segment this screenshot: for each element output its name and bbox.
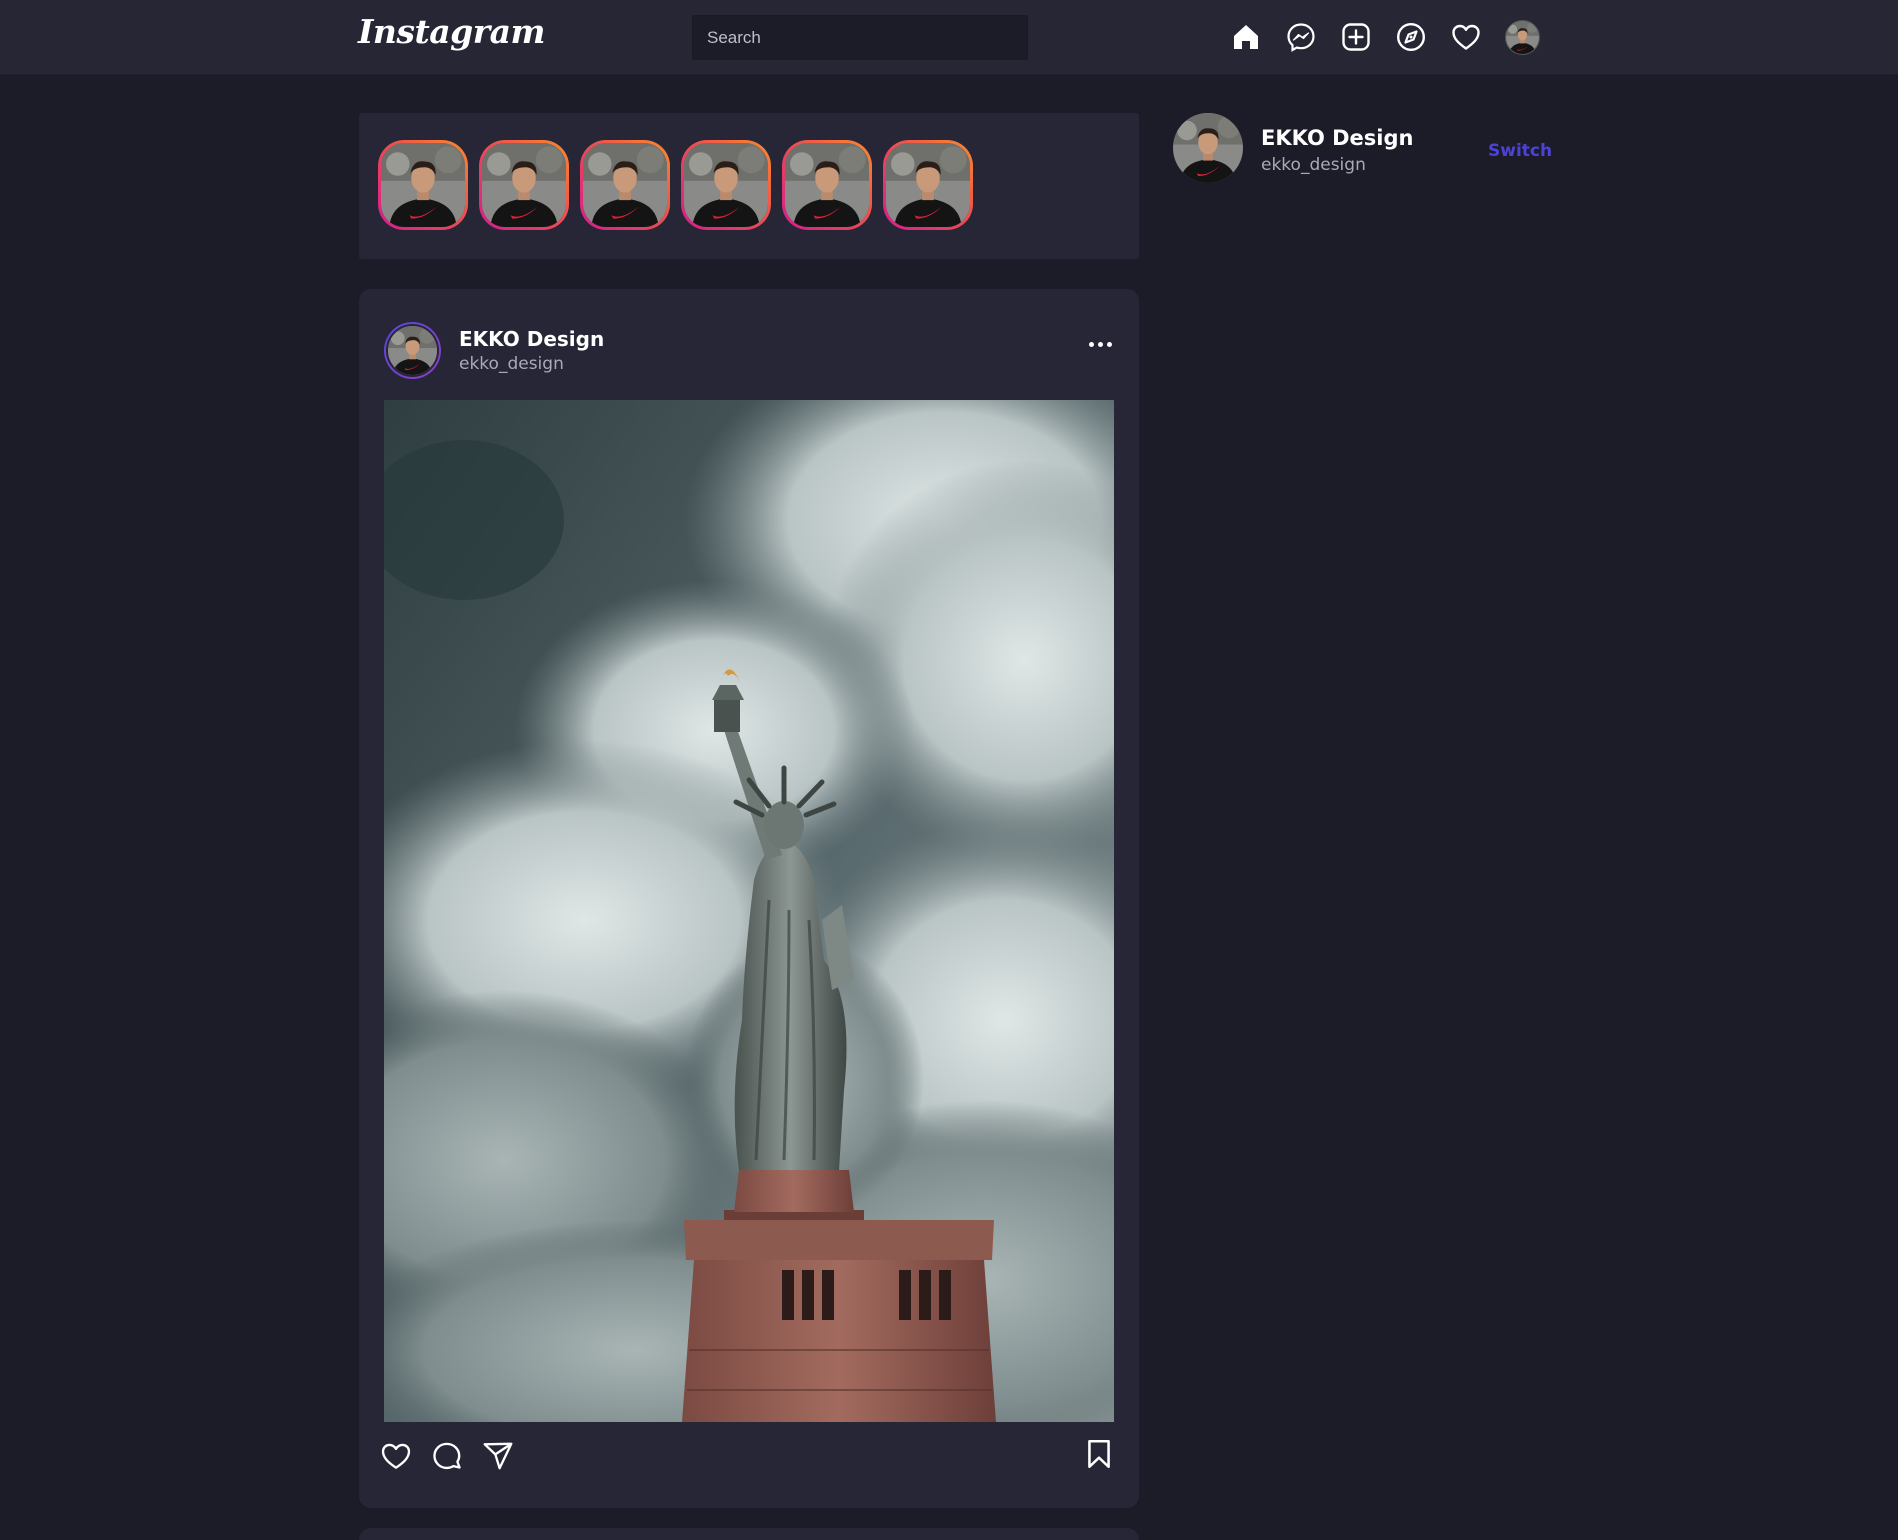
story-avatar[interactable] (883, 140, 973, 230)
top-navigation-bar: Instagram (0, 0, 1898, 75)
switch-account-button[interactable]: Switch (1488, 141, 1552, 161)
stories-tray (359, 113, 1139, 259)
activity-heart-icon[interactable] (1449, 20, 1483, 54)
story-avatar[interactable] (782, 140, 872, 230)
home-icon[interactable] (1229, 20, 1263, 54)
post-image[interactable] (384, 400, 1114, 1422)
post-author-name[interactable]: EKKO Design (459, 327, 604, 351)
sidebar-user-name[interactable]: EKKO Design (1261, 126, 1413, 150)
more-options-icon[interactable] (1087, 334, 1117, 354)
save-bookmark-icon[interactable] (1082, 1437, 1116, 1471)
like-heart-icon[interactable] (379, 1439, 413, 1473)
profile-avatar[interactable] (1505, 20, 1540, 55)
sidebar-user-handle: ekko_design (1261, 155, 1366, 175)
story-avatar[interactable] (479, 140, 569, 230)
comment-bubble-icon[interactable] (430, 1439, 464, 1473)
story-avatar[interactable] (378, 140, 468, 230)
post-author-handle: ekko_design (459, 354, 564, 374)
story-avatar[interactable] (681, 140, 771, 230)
story-avatar[interactable] (580, 140, 670, 230)
share-send-icon[interactable] (481, 1439, 515, 1473)
explore-compass-icon[interactable] (1394, 20, 1428, 54)
instagram-logo[interactable]: Instagram (358, 12, 545, 51)
next-post-card (359, 1528, 1139, 1540)
sidebar-avatar[interactable] (1173, 113, 1243, 183)
new-post-icon[interactable] (1339, 20, 1373, 54)
post-author-avatar[interactable] (384, 322, 441, 379)
search-box (692, 15, 1028, 60)
feed-post: EKKO Design ekko_design (359, 289, 1139, 1508)
search-input[interactable] (693, 16, 1027, 59)
messenger-icon[interactable] (1284, 20, 1318, 54)
